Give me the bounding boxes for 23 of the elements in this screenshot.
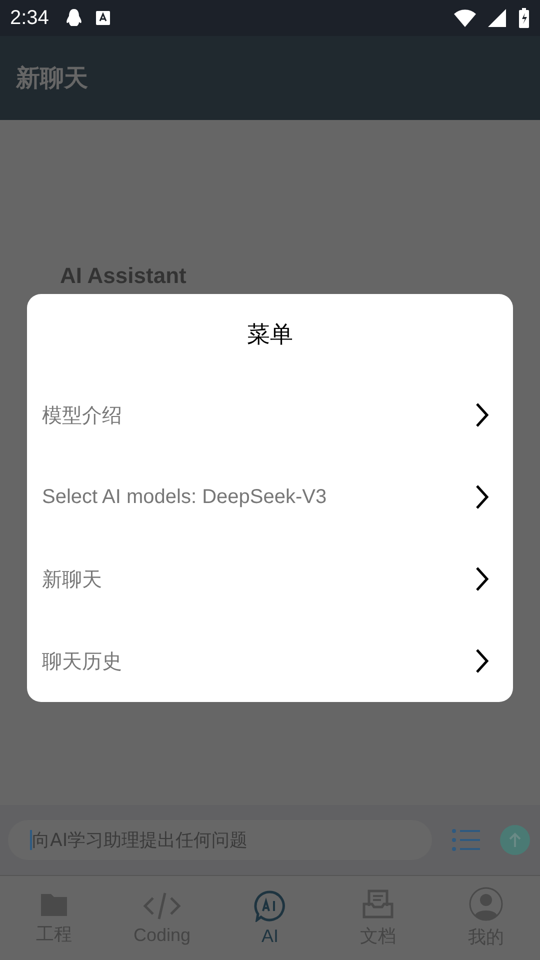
- app-title: 新聊天: [16, 63, 88, 94]
- document-tray-icon: [362, 888, 394, 920]
- code-icon: [143, 890, 181, 920]
- menu-item[interactable]: 模型介绍: [27, 374, 513, 456]
- keyboard-icon: [94, 10, 111, 26]
- user-avatar-icon: [469, 887, 503, 921]
- send-button[interactable]: [500, 825, 530, 855]
- dialog-title: 菜单: [246, 320, 294, 350]
- signal-icon: [488, 9, 506, 27]
- status-time: 2:34: [10, 6, 49, 30]
- chevron-right-icon: [475, 566, 489, 592]
- penguin-icon: [64, 8, 83, 28]
- list-icon[interactable]: [452, 826, 480, 854]
- menu-item[interactable]: 新聊天: [27, 538, 513, 620]
- nav-tab[interactable]: AI: [216, 876, 324, 960]
- wifi-icon: [454, 9, 476, 27]
- chevron-right-icon: [475, 402, 489, 428]
- menu-item[interactable]: Select AI models: DeepSeek-V3: [27, 456, 513, 538]
- chevron-right-icon: [475, 484, 489, 510]
- menu-item[interactable]: 聊天历史: [27, 620, 513, 702]
- chevron-right-icon: [475, 648, 489, 674]
- ai-chat-icon: [254, 890, 286, 922]
- battery-icon: [518, 8, 530, 28]
